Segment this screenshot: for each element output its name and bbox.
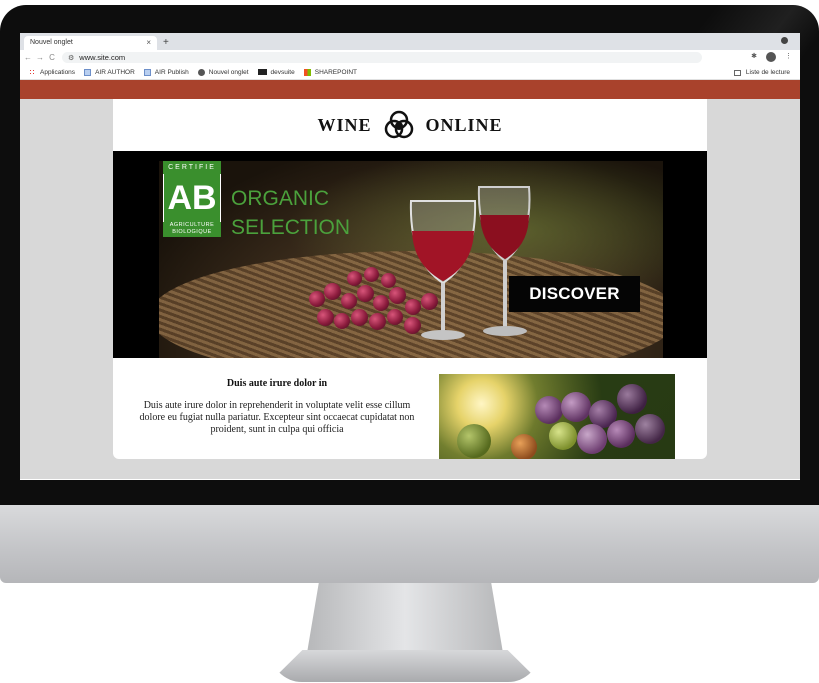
address-bar[interactable]: ⚙ www.site.com <box>62 52 702 63</box>
site-info-icon[interactable]: ⚙ <box>68 54 74 62</box>
grape <box>535 396 563 424</box>
profile-dot-icon[interactable] <box>781 37 788 44</box>
extensions-icon[interactable]: ✱ <box>751 52 757 62</box>
grape <box>364 267 379 282</box>
ab-certified-badge: CERTIFIE AB AGRICULTURE BIOLOGIQUE <box>163 161 221 237</box>
tab-title: Nouvel onglet <box>30 39 73 46</box>
wine-logo-icon <box>384 110 413 139</box>
devsuite-icon <box>257 69 267 75</box>
bookmark-air-author[interactable]: AIR AUTHOR <box>84 68 135 76</box>
monitor-stand-foot <box>270 650 540 682</box>
headline-line-1: ORGANIC <box>231 187 330 210</box>
browser-tab-bar: Nouvel onglet × + <box>20 33 800 50</box>
bookmark-sharepoint[interactable]: SHAREPOINT <box>303 68 357 76</box>
headline-line-2: SELECTION <box>231 216 351 239</box>
bookmark-label: SHAREPOINT <box>314 68 357 76</box>
doc-icon <box>84 68 92 76</box>
bookmark-label: devsuite <box>270 68 295 76</box>
badge-bottom-line-2: BIOLOGIQUE <box>172 229 212 235</box>
grape <box>324 283 341 300</box>
hero-banner[interactable]: CERTIFIE AB AGRICULTURE BIOLOGIQUE ORGAN… <box>113 151 707 358</box>
grape <box>334 313 350 329</box>
grape <box>549 422 577 450</box>
grape <box>347 271 362 286</box>
monitor-chin <box>0 505 819 583</box>
logo-online-text: ONLINE <box>425 114 503 135</box>
grape <box>577 424 607 454</box>
discover-button[interactable]: DISCOVER <box>509 276 640 312</box>
grape <box>387 309 403 325</box>
bookmark-label: Applications <box>40 68 76 76</box>
grape <box>309 291 325 307</box>
globe-icon <box>197 68 205 76</box>
toolbar-right-icons: ✱ ⋮ <box>751 52 792 62</box>
grape <box>389 287 406 304</box>
badge-bottom-line-1: AGRICULTURE <box>169 222 215 228</box>
badge-top-text: CERTIFIE <box>163 161 221 174</box>
grape <box>317 309 334 326</box>
reload-icon[interactable]: C <box>48 53 56 62</box>
grape <box>607 420 635 448</box>
grape <box>561 392 591 422</box>
back-arrow-icon[interactable]: ← <box>24 53 32 62</box>
grape <box>373 295 389 311</box>
grape <box>617 384 647 414</box>
browser-toolbar: ← → C ⚙ www.site.com ✱ ⋮ <box>20 50 800 65</box>
bookmark-applications[interactable]: Applications <box>29 68 76 76</box>
grape <box>369 313 386 330</box>
wine-grapes-photo: CERTIFIE AB AGRICULTURE BIOLOGIQUE ORGAN… <box>159 161 663 358</box>
site-top-bar <box>20 80 800 99</box>
article-body: Duis aute irure dolor in reprehenderit i… <box>139 400 415 435</box>
site-content-card: WINE ONLINE CERTIFIE AB AGRICULTURE BIOL… <box>113 99 707 459</box>
article-section: Duis aute irure dolor in Duis aute irure… <box>113 358 707 459</box>
article-text-column: Duis aute irure dolor in Duis aute irure… <box>133 378 421 436</box>
site-logo[interactable]: WINE ONLINE <box>113 99 707 151</box>
bookmarks-bar: Applications AIR AUTHOR AIR Publish Nouv… <box>20 65 800 80</box>
apps-icon <box>29 68 36 76</box>
monitor-stand-neck <box>307 583 503 653</box>
reading-list-button[interactable]: Liste de lecture <box>733 69 790 76</box>
grape <box>635 414 665 444</box>
reading-list-icon <box>733 69 741 76</box>
wine-glasses-icon <box>409 186 531 340</box>
bookmark-nouvel-onglet[interactable]: Nouvel onglet <box>197 68 249 76</box>
grape <box>381 273 396 288</box>
imac-mockup: Nouvel onglet × + ← → C ⚙ www.site.com ✱… <box>0 0 819 683</box>
bookmark-air-publish[interactable]: AIR Publish <box>143 68 189 76</box>
banner-headline: ORGANIC SELECTION <box>231 184 350 242</box>
bookmark-label: AIR Publish <box>154 68 189 76</box>
url-text: www.site.com <box>79 53 126 62</box>
new-tab-button[interactable]: + <box>163 36 169 50</box>
grape <box>357 285 374 302</box>
bookmark-label: Nouvel onglet <box>208 68 249 76</box>
badge-ab-text: AB <box>163 174 221 222</box>
logo-wine-text: WINE <box>317 114 372 135</box>
sharepoint-icon <box>303 68 311 76</box>
forward-arrow-icon[interactable]: → <box>36 53 44 62</box>
avatar[interactable] <box>766 52 776 62</box>
browser-tab[interactable]: Nouvel onglet × <box>24 36 157 50</box>
web-page: WINE ONLINE CERTIFIE AB AGRICULTURE BIOL… <box>20 80 800 479</box>
bookmark-devsuite[interactable]: devsuite <box>257 68 295 76</box>
monitor-screen: Nouvel onglet × + ← → C ⚙ www.site.com ✱… <box>20 33 800 480</box>
grape <box>511 434 537 459</box>
grapes-vine-photo <box>439 374 675 459</box>
doc-icon <box>143 68 151 76</box>
grape <box>351 309 368 326</box>
badge-bottom-text: AGRICULTURE BIOLOGIQUE <box>163 222 221 237</box>
grape <box>341 293 357 309</box>
close-icon[interactable]: × <box>146 36 151 50</box>
bookmark-label: AIR AUTHOR <box>95 68 135 76</box>
grape <box>457 424 491 458</box>
article-title: Duis aute irure dolor in <box>226 378 328 389</box>
reading-list-label: Liste de lecture <box>745 69 790 76</box>
menu-dots-icon[interactable]: ⋮ <box>785 52 792 62</box>
